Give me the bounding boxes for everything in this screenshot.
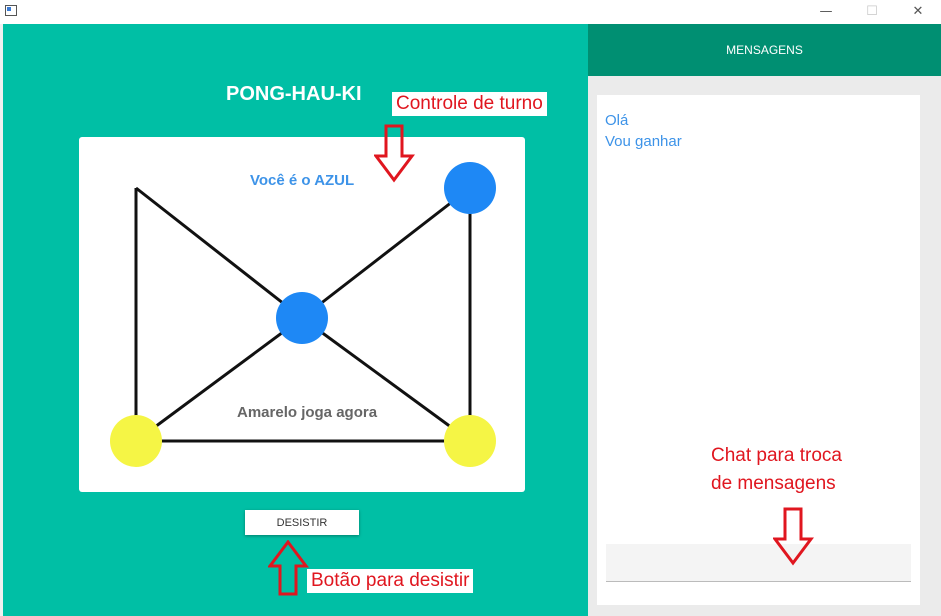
annotation-giveup-button: Botão para desistir — [307, 569, 474, 593]
status-label: Amarelo joga agora — [237, 404, 378, 421]
chat-input[interactable] — [606, 544, 911, 582]
arrow-down-icon — [773, 507, 814, 566]
board-edge — [301, 186, 471, 320]
board-edge — [135, 316, 303, 443]
board-graph — [110, 162, 496, 467]
board-edge — [301, 316, 471, 443]
chat-header: MENSAGENS — [588, 24, 941, 76]
arrow-down-icon — [374, 124, 415, 183]
chat-message: Vou ganhar — [605, 133, 682, 150]
arrow-up-icon — [268, 540, 309, 596]
chat-messages-area — [597, 95, 920, 605]
turn-label: Você é o AZUL — [250, 172, 355, 189]
annotation-chat-line1: Chat para troca — [707, 444, 846, 468]
board-edge — [135, 186, 303, 320]
annotation-turn-control: Controle de turno — [392, 92, 547, 116]
blue-piece[interactable] — [444, 162, 496, 214]
blue-piece[interactable] — [276, 292, 328, 344]
minimize-button[interactable]: — — [803, 0, 849, 24]
window-titlebar: — ☐ ✕ — [0, 0, 941, 24]
chat-message: Olá — [605, 112, 629, 129]
yellow-piece[interactable] — [444, 415, 496, 467]
giveup-button[interactable]: DESISTIR — [245, 510, 359, 535]
chat-message-list: Olá Vou ganhar — [605, 110, 682, 152]
game-title: PONG-HAU-KI — [226, 83, 362, 105]
app-icon — [5, 5, 17, 16]
maximize-button[interactable]: ☐ — [849, 0, 895, 24]
close-button[interactable]: ✕ — [895, 0, 941, 24]
annotation-chat-line2: de mensagens — [707, 472, 840, 496]
yellow-piece[interactable] — [110, 415, 162, 467]
